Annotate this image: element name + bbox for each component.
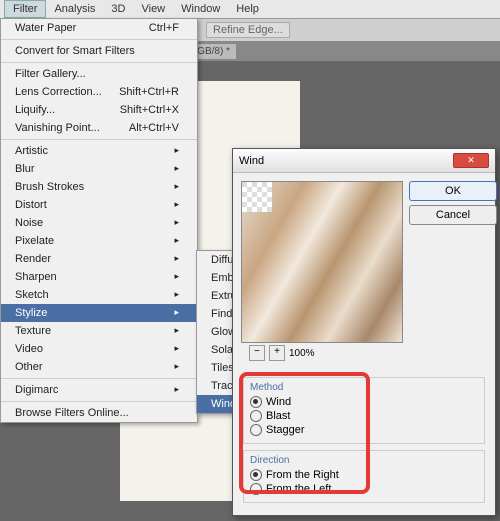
menu-window[interactable]: Window [173,1,228,17]
direction-label: Direction [250,455,478,466]
filter-liquify[interactable]: Liquify...Shift+Ctrl+X [1,101,197,119]
filter-last[interactable]: Water PaperCtrl+F [1,19,197,37]
filter-artistic[interactable]: Artistic [1,142,197,160]
radio-stagger[interactable]: Stagger [250,423,478,437]
dialog-title: Wind [239,155,264,167]
zoom-out-button[interactable]: − [249,345,265,361]
menu-3d[interactable]: 3D [103,1,133,17]
filter-vanish[interactable]: Vanishing Point...Alt+Ctrl+V [1,119,197,137]
method-group: Method Wind Blast Stagger [243,377,485,444]
menu-view[interactable]: View [133,1,173,17]
filter-stylize[interactable]: Stylize [1,304,197,322]
filter-distort[interactable]: Distort [1,196,197,214]
filter-smart[interactable]: Convert for Smart Filters [1,42,197,60]
preview-area[interactable] [241,181,403,343]
filter-video[interactable]: Video [1,340,197,358]
direction-group: Direction From the Right From the Left [243,450,485,503]
filter-other[interactable]: Other [1,358,197,376]
ok-button[interactable]: OK [409,181,497,201]
filter-lens[interactable]: Lens Correction...Shift+Ctrl+R [1,83,197,101]
radio-from-left[interactable]: From the Left [250,482,478,496]
menu-help[interactable]: Help [228,1,267,17]
filter-sharpen[interactable]: Sharpen [1,268,197,286]
menu-filter[interactable]: Filter [4,0,46,18]
wind-dialog: Wind ✕ − + 100% OK Cancel Method Wind Bl… [232,148,496,516]
filter-browse[interactable]: Browse Filters Online... [1,404,197,422]
refine-edge-button[interactable]: Refine Edge... [206,22,290,38]
radio-from-right[interactable]: From the Right [250,468,478,482]
filter-blur[interactable]: Blur [1,160,197,178]
filter-brush[interactable]: Brush Strokes [1,178,197,196]
method-label: Method [250,382,478,393]
filter-render[interactable]: Render [1,250,197,268]
filter-pixelate[interactable]: Pixelate [1,232,197,250]
filter-sketch[interactable]: Sketch [1,286,197,304]
filter-noise[interactable]: Noise [1,214,197,232]
filter-texture[interactable]: Texture [1,322,197,340]
cancel-button[interactable]: Cancel [409,205,497,225]
radio-blast[interactable]: Blast [250,409,478,423]
filter-digimarc[interactable]: Digimarc [1,381,197,399]
zoom-value: 100% [289,348,315,359]
close-icon[interactable]: ✕ [453,153,489,168]
filter-gallery[interactable]: Filter Gallery... [1,65,197,83]
radio-wind[interactable]: Wind [250,395,478,409]
filter-dropdown: Water PaperCtrl+F Convert for Smart Filt… [0,18,198,423]
menu-analysis[interactable]: Analysis [46,1,103,17]
zoom-in-button[interactable]: + [269,345,285,361]
menubar: Filter Analysis 3D View Window Help [0,0,500,19]
